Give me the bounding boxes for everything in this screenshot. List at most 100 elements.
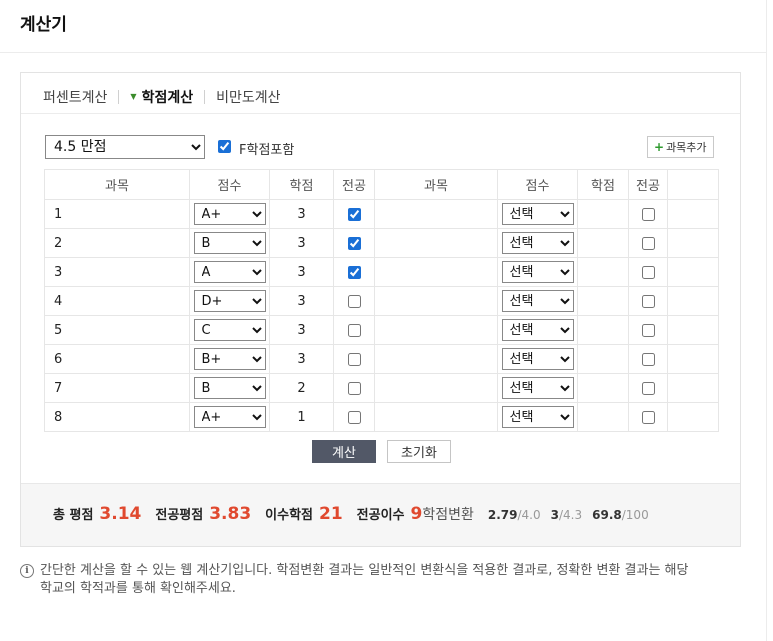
subject-cell[interactable] [374,402,498,432]
conversion-max: /100 [621,508,649,522]
major-checkbox[interactable] [641,323,655,337]
column-header: 점수 [189,169,270,200]
grade-select[interactable]: B [193,232,266,254]
subject-cell[interactable] [374,199,498,229]
major-cell [333,257,375,287]
major-checkbox[interactable] [347,236,361,250]
calculate-button[interactable]: 계산 [312,440,376,463]
credit-cell[interactable] [577,402,629,432]
major-cell [628,228,668,258]
major-checkbox[interactable] [641,236,655,250]
tab-percent[interactable]: 퍼센트계산 [43,87,107,107]
major-checkbox[interactable] [347,381,361,395]
grade-select[interactable]: A+ [193,406,266,428]
conversion-value: 2.79 [487,508,518,522]
empty-cell [667,199,719,229]
major-checkbox[interactable] [641,410,655,424]
add-course-button[interactable]: + 과목추가 [647,136,714,158]
add-course-label: 과목추가 [666,141,707,154]
credit-cell[interactable]: 3 [269,344,334,374]
title-divider [0,52,767,53]
column-header: 전공 [628,169,668,200]
major-checkbox[interactable] [347,323,361,337]
grade-select[interactable]: 선택 [501,406,574,428]
major-checkbox[interactable] [641,381,655,395]
grade-select[interactable]: 선택 [501,290,574,312]
subject-cell[interactable]: 6 [44,344,190,374]
credit-cell[interactable]: 2 [269,373,334,403]
grade-cell: A+ [189,199,270,229]
subject-cell[interactable]: 2 [44,228,190,258]
subject-cell[interactable] [374,344,498,374]
include-f-grade-checkbox[interactable] [218,140,231,153]
credit-cell[interactable]: 3 [269,315,334,345]
major-checkbox[interactable] [641,294,655,308]
grade-select[interactable]: B+ [193,348,266,370]
table-row: 8 A+ 1 선택 [44,402,719,432]
credit-cell[interactable]: 1 [269,402,334,432]
grade-scale-select[interactable]: 4.5 만점 [45,135,205,159]
major-checkbox[interactable] [347,294,361,308]
subject-cell[interactable]: 4 [44,286,190,316]
grade-select[interactable]: 선택 [501,232,574,254]
grade-select[interactable]: 선택 [501,203,574,225]
subject-cell[interactable] [374,257,498,287]
major-cell [628,286,668,316]
credit-cell[interactable] [577,373,629,403]
reset-button[interactable]: 초기화 [387,440,451,463]
table-row: 6 B+ 3 선택 [44,344,719,374]
tab-gpa[interactable]: 학점계산 [142,87,194,107]
major-checkbox[interactable] [641,207,655,221]
grade-select[interactable]: 선택 [501,348,574,370]
credit-cell[interactable]: 3 [269,257,334,287]
credit-cell[interactable]: 3 [269,228,334,258]
grade-select[interactable]: C [193,319,266,341]
subject-cell[interactable]: 7 [44,373,190,403]
major-cell [333,286,375,316]
grade-select[interactable]: A [193,261,266,283]
credit-cell[interactable] [577,315,629,345]
major-cell [333,228,375,258]
grade-cell: D+ [189,286,270,316]
grade-select[interactable]: A+ [193,203,266,225]
grade-select[interactable]: 선택 [501,377,574,399]
subject-cell[interactable]: 5 [44,315,190,345]
major-cell [333,199,375,229]
credit-cell[interactable] [577,199,629,229]
major-cell [628,344,668,374]
major-checkbox[interactable] [347,207,361,221]
major-checkbox[interactable] [347,265,361,279]
major-checkbox[interactable] [641,265,655,279]
credit-cell[interactable] [577,257,629,287]
major-checkbox[interactable] [347,352,361,366]
subject-cell[interactable] [374,373,498,403]
credit-cell[interactable]: 3 [269,286,334,316]
credit-cell[interactable] [577,344,629,374]
grade-cell: 선택 [497,257,578,287]
credit-cell[interactable]: 3 [269,199,334,229]
subject-cell[interactable]: 8 [44,402,190,432]
column-header: 점수 [497,169,578,200]
grade-select[interactable]: 선택 [501,319,574,341]
grade-select[interactable]: B [193,377,266,399]
credit-cell[interactable] [577,228,629,258]
empty-cell [667,257,719,287]
major-checkbox[interactable] [347,410,361,424]
grade-select[interactable]: D+ [193,290,266,312]
grade-cell: B [189,373,270,403]
tab-bmi[interactable]: 비만도계산 [216,87,280,107]
grade-cell: A+ [189,402,270,432]
info-icon: i [20,564,34,578]
subject-cell[interactable]: 1 [44,199,190,229]
major-checkbox[interactable] [641,352,655,366]
gpa-value: 3.14 [99,504,142,524]
subject-cell[interactable] [374,286,498,316]
grade-select[interactable]: 선택 [501,261,574,283]
subject-cell[interactable] [374,228,498,258]
grade-cell: C [189,315,270,345]
credits-label: 이수학점 [265,508,313,523]
subject-cell[interactable]: 3 [44,257,190,287]
grade-cell: A [189,257,270,287]
credit-cell[interactable] [577,286,629,316]
subject-cell[interactable] [374,315,498,345]
